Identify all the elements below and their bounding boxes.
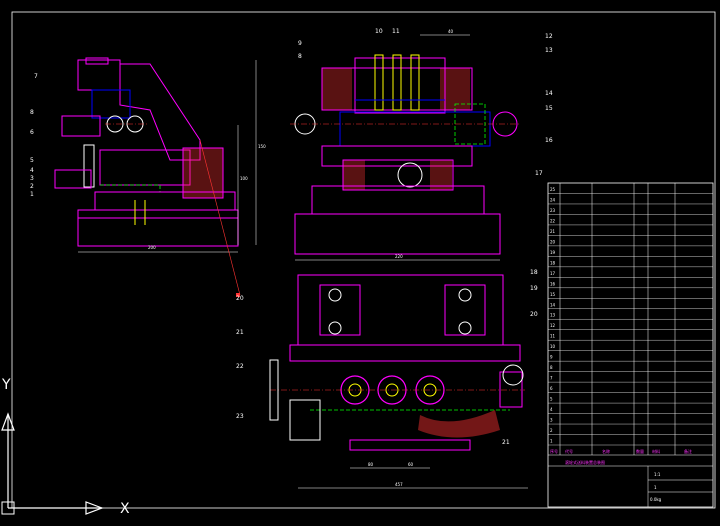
parts-list-item-number: 2 xyxy=(550,428,553,433)
callout-top-13: 13 xyxy=(545,47,553,54)
parts-list-item-number: 21 xyxy=(550,229,556,234)
callout-top-14: 14 xyxy=(545,90,553,97)
parts-list-item-number: 14 xyxy=(550,302,556,307)
tb-header-note: 备注 xyxy=(684,448,692,454)
callout-front-23: 23 xyxy=(236,413,244,420)
callout-front-21b: 21 xyxy=(502,439,510,446)
callout-top-11: 11 xyxy=(392,28,400,35)
dim-front-a: 80 xyxy=(368,462,374,467)
parts-list-item-number: 23 xyxy=(550,208,556,213)
parts-list-item-number: 17 xyxy=(550,271,556,276)
tb-header-seq: 序号 xyxy=(550,448,558,454)
tb-sheet: 1 xyxy=(654,485,657,490)
callout-left-7: 7 xyxy=(34,73,38,80)
parts-list-item-number: 18 xyxy=(550,260,556,265)
tb-header-code: 代号 xyxy=(565,448,573,454)
title-block xyxy=(547,182,714,508)
dim-front-overall: 457 xyxy=(395,482,403,487)
ucs-x-label: X xyxy=(120,501,130,517)
parts-list-item-number: 11 xyxy=(550,334,556,339)
parts-list-item-number: 19 xyxy=(550,250,556,255)
dim-top-label: 40 xyxy=(448,29,454,34)
dim-left-height: 150 xyxy=(258,144,266,149)
parts-list-item-number: 7 xyxy=(550,376,553,381)
callout-front-18: 18 xyxy=(530,269,538,276)
parts-list-item-number: 24 xyxy=(550,197,556,202)
callout-top-8: 8 xyxy=(298,53,302,60)
tb-drawing-name: 滚轮式送料装置总装图 xyxy=(565,459,605,465)
parts-list-item-number: 22 xyxy=(550,218,556,223)
parts-list-item-number: 4 xyxy=(550,407,553,412)
parts-list-item-number: 3 xyxy=(550,418,553,423)
callout-front-20: 20 xyxy=(530,311,538,318)
ucs-axis-icon: Y X xyxy=(0,370,150,522)
callout-top-12: 12 xyxy=(545,33,553,40)
callout-left-2: 2 xyxy=(30,183,34,190)
tb-weight: 0.0kg xyxy=(650,497,662,502)
dim-left-width: 200 xyxy=(148,245,156,250)
parts-list-item-number: 6 xyxy=(550,386,553,391)
parts-list-item-number: 1 xyxy=(550,439,553,444)
parts-list-item-number: 15 xyxy=(550,292,556,297)
tb-header-qty: 数量 xyxy=(636,448,644,454)
parts-list-item-number: 25 xyxy=(550,187,556,192)
front-view[interactable] xyxy=(269,274,528,489)
callout-left-8: 8 xyxy=(30,109,34,116)
callout-top-16: 16 xyxy=(545,137,553,144)
callout-left-4: 4 xyxy=(30,167,34,174)
callout-top-15: 15 xyxy=(545,105,553,112)
parts-list-rows: 2524232221201918171615141312111098765432… xyxy=(550,187,556,444)
callout-front-19: 19 xyxy=(530,285,538,292)
dim-top-width: 220 xyxy=(395,254,403,259)
parts-list-item-number: 9 xyxy=(550,355,553,360)
callout-top-17: 17 xyxy=(535,170,543,177)
tb-scale: 1:1 xyxy=(654,472,661,477)
tb-header-name: 名称 xyxy=(602,448,610,454)
callout-left-1: 1 xyxy=(30,191,34,198)
ucs-y-label: Y xyxy=(2,377,11,393)
callout-left-5: 5 xyxy=(30,157,34,164)
parts-list-item-number: 10 xyxy=(550,344,556,349)
parts-list-item-number: 13 xyxy=(550,313,556,318)
parts-list-item-number: 20 xyxy=(550,239,556,244)
callout-top-9: 9 xyxy=(298,40,302,47)
callout-front-21: 21 xyxy=(236,329,244,336)
top-view[interactable] xyxy=(290,34,520,261)
dim-front-b: 60 xyxy=(408,462,414,467)
parts-list-item-number: 12 xyxy=(550,323,556,328)
tb-header-mat: 材料 xyxy=(652,448,660,454)
callout-front-22: 22 xyxy=(236,363,244,370)
parts-list-item-number: 8 xyxy=(550,365,553,370)
parts-list-item-number: 5 xyxy=(550,397,553,402)
callout-left-3: 3 xyxy=(30,175,34,182)
callout-leader-tail: 20 xyxy=(236,295,244,302)
dim-left-height2: 100 xyxy=(240,176,248,181)
left-side-view[interactable] xyxy=(54,57,257,297)
callout-top-10: 10 xyxy=(375,28,383,35)
parts-list-item-number: 16 xyxy=(550,281,556,286)
callout-left-6: 6 xyxy=(30,129,34,136)
